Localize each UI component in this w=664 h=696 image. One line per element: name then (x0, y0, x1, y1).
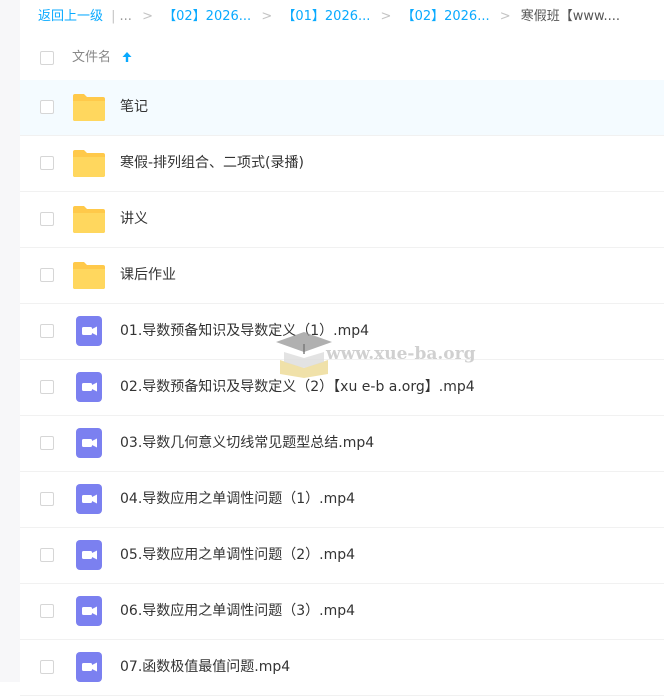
back-link[interactable]: 返回上一级 (38, 9, 103, 24)
row-checkbox[interactable] (40, 100, 54, 114)
breadcrumb-item-1[interactable]: 【02】2026... (163, 9, 251, 24)
video-file-icon (72, 372, 106, 402)
breadcrumb-current: 寒假班【www.... (520, 9, 621, 24)
breadcrumb-separator: > (499, 9, 511, 24)
row-checkbox[interactable] (40, 212, 54, 226)
file-name[interactable]: 02.导数预备知识及导数定义（2）【xu e-b a.org】.mp4 (120, 360, 475, 415)
row-checkbox[interactable] (40, 492, 54, 506)
file-row[interactable]: 03.导数几何意义切线常见题型总结.mp4 (20, 416, 664, 472)
folder-name[interactable]: 课后作业 (120, 248, 176, 303)
folder-name[interactable]: 寒假-排列组合、二项式(录播) (120, 136, 304, 191)
folder-name[interactable]: 笔记 (120, 80, 148, 135)
row-checkbox[interactable] (40, 436, 54, 450)
file-row[interactable]: 05.导数应用之单调性问题（2）.mp4 (20, 528, 664, 584)
file-row[interactable]: 07.函数极值最值问题.mp4 (20, 640, 664, 696)
breadcrumb-separator: > (142, 9, 153, 24)
video-file-icon (72, 596, 106, 626)
row-checkbox[interactable] (40, 548, 54, 562)
arrow-up-icon[interactable] (121, 49, 133, 65)
left-gutter (0, 0, 20, 682)
row-checkbox[interactable] (40, 604, 54, 618)
folder-row[interactable]: 讲义 (20, 192, 664, 248)
video-file-icon (72, 316, 106, 346)
breadcrumb: 返回上一级 |... > 【02】2026... > 【01】2026... >… (38, 0, 664, 34)
breadcrumb-item-2[interactable]: 【01】2026... (282, 9, 370, 24)
folder-icon (72, 260, 106, 290)
file-row[interactable]: 02.导数预备知识及导数定义（2）【xu e-b a.org】.mp4 (20, 360, 664, 416)
file-row[interactable]: 04.导数应用之单调性问题（1）.mp4 (20, 472, 664, 528)
row-checkbox[interactable] (40, 660, 54, 674)
row-checkbox[interactable] (40, 156, 54, 170)
folder-icon (72, 92, 106, 122)
folder-name[interactable]: 讲义 (120, 192, 148, 247)
list-header: 文件名 (20, 36, 664, 81)
select-all-checkbox[interactable] (40, 51, 54, 65)
video-file-icon (72, 428, 106, 458)
folder-row[interactable]: 笔记 (20, 80, 664, 136)
row-checkbox[interactable] (40, 324, 54, 338)
file-name[interactable]: 05.导数应用之单调性问题（2）.mp4 (120, 528, 355, 583)
row-checkbox[interactable] (40, 380, 54, 394)
folder-row[interactable]: 课后作业 (20, 248, 664, 304)
file-row[interactable]: 01.导数预备知识及导数定义（1）.mp4 (20, 304, 664, 360)
folder-icon (72, 204, 106, 234)
file-name[interactable]: 07.函数极值最值问题.mp4 (120, 640, 290, 695)
file-name[interactable]: 03.导数几何意义切线常见题型总结.mp4 (120, 416, 374, 471)
breadcrumb-ellipsis[interactable]: ... (120, 9, 132, 24)
breadcrumb-divider: | (111, 9, 116, 24)
column-title-filename[interactable]: 文件名 (72, 36, 111, 80)
folder-icon (72, 148, 106, 178)
breadcrumb-separator: > (261, 9, 273, 24)
folder-row[interactable]: 寒假-排列组合、二项式(录播) (20, 136, 664, 192)
video-file-icon (72, 484, 106, 514)
video-file-icon (72, 540, 106, 570)
row-checkbox[interactable] (40, 268, 54, 282)
file-list-panel: 返回上一级 |... > 【02】2026... > 【01】2026... >… (20, 0, 664, 696)
breadcrumb-separator: > (380, 9, 392, 24)
file-name[interactable]: 01.导数预备知识及导数定义（1）.mp4 (120, 304, 369, 359)
file-name[interactable]: 06.导数应用之单调性问题（3）.mp4 (120, 584, 355, 639)
file-row[interactable]: 06.导数应用之单调性问题（3）.mp4 (20, 584, 664, 640)
breadcrumb-item-3[interactable]: 【02】2026... (402, 9, 490, 24)
video-file-icon (72, 652, 106, 682)
file-name[interactable]: 04.导数应用之单调性问题（1）.mp4 (120, 472, 355, 527)
